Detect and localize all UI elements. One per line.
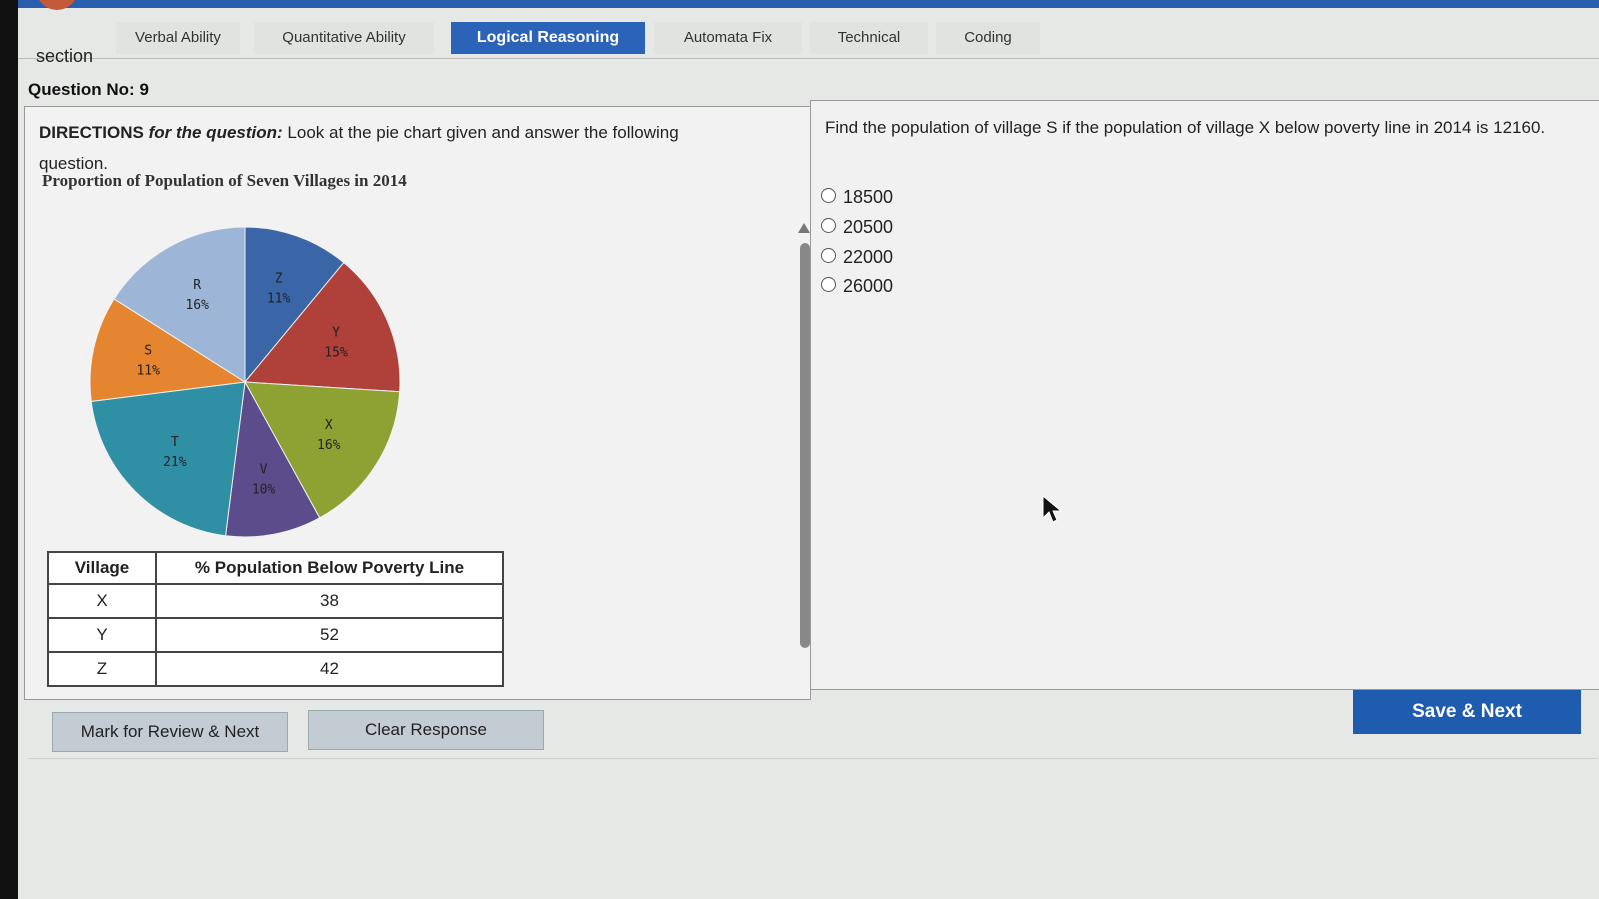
table-row: Z 42 <box>47 651 504 687</box>
option-label: 20500 <box>843 217 894 237</box>
pie-label-t: T <box>171 435 179 450</box>
top-bar <box>18 0 1599 8</box>
option-label: 26000 <box>843 276 894 296</box>
section-label: section <box>36 46 94 66</box>
pie-label-v: V <box>260 462 268 477</box>
radio-button[interactable] <box>821 276 836 292</box>
directions-text: DIRECTIONS for the question: Look at the… <box>39 117 739 179</box>
mouse-cursor-icon <box>1042 494 1063 523</box>
option-1[interactable]: 18500 <box>821 185 893 209</box>
save-and-next-button[interactable]: Save & Next <box>1353 690 1581 734</box>
table-header-row: Village % Population Below Poverty Line <box>47 551 504 585</box>
table-cell-village: Y <box>47 617 157 653</box>
table-header-village: Village <box>47 551 157 585</box>
pie-value-r: 16% <box>185 298 209 313</box>
clear-response-button[interactable]: Clear Response <box>308 710 544 750</box>
pie-label-r: R <box>193 278 201 293</box>
table-row: X 38 <box>47 583 504 619</box>
option-4[interactable]: 26000 <box>821 274 893 298</box>
table-cell-percent: 52 <box>155 617 504 653</box>
poverty-table: Village % Population Below Poverty Line … <box>47 551 504 687</box>
pie-label-s: S <box>144 343 152 358</box>
directions-pane: DIRECTIONS for the question: Look at the… <box>24 106 811 700</box>
exam-screen: section Verbal Ability Quantitative Abil… <box>18 0 1599 899</box>
tab-technical[interactable]: Technical <box>810 22 928 54</box>
tab-coding[interactable]: Coding <box>936 22 1040 54</box>
pie-label-x: X <box>325 418 333 433</box>
pie-value-y: 15% <box>324 346 348 361</box>
question-text: Find the population of village S if the … <box>825 118 1546 137</box>
pie-label-y: Y <box>332 326 340 341</box>
option-label: 22000 <box>843 247 894 267</box>
question-pane: Find the population of village S if the … <box>810 100 1599 690</box>
section-tabs: section Verbal Ability Quantitative Abil… <box>18 14 1599 66</box>
pie-value-t: 21% <box>163 455 187 470</box>
table-row: Y 52 <box>47 617 504 653</box>
tab-logical-reasoning[interactable]: Logical Reasoning <box>451 22 645 54</box>
pie-value-s: 11% <box>136 363 160 378</box>
chart-title: Proportion of Population of Seven Villag… <box>42 171 407 190</box>
pie-value-z: 11% <box>267 292 291 307</box>
mark-for-review-button[interactable]: Mark for Review & Next <box>52 712 288 752</box>
table-cell-percent: 42 <box>155 651 504 687</box>
question-number: Question No: 9 <box>28 80 149 99</box>
directions-lead-italic: for the question: <box>148 123 283 142</box>
scroll-up-arrow-icon[interactable] <box>798 223 810 233</box>
radio-button[interactable] <box>821 247 836 263</box>
pie-value-v: 10% <box>252 482 276 497</box>
tab-automata-fix[interactable]: Automata Fix <box>654 22 802 54</box>
tab-quantitative-ability[interactable]: Quantitative Ability <box>254 22 434 54</box>
pie-chart: Z 11% Y 15% X 16% V 10% T 21% S 11% R 16% <box>89 226 401 538</box>
table-cell-village: Z <box>47 651 157 687</box>
radio-button[interactable] <box>821 217 836 233</box>
pie-label-z: Z <box>275 272 283 287</box>
radio-button[interactable] <box>821 187 836 203</box>
option-2[interactable]: 20500 <box>821 215 893 239</box>
table-cell-percent: 38 <box>155 583 504 619</box>
table-header-percent: % Population Below Poverty Line <box>155 551 504 585</box>
option-label: 18500 <box>843 187 894 207</box>
scroll-thumb[interactable] <box>800 243 810 648</box>
divider <box>28 758 1598 759</box>
option-3[interactable]: 22000 <box>821 245 893 269</box>
directions-lead: DIRECTIONS <box>39 123 144 142</box>
pie-value-x: 16% <box>317 438 341 453</box>
table-cell-village: X <box>47 583 157 619</box>
tab-verbal-ability[interactable]: Verbal Ability <box>116 22 240 54</box>
